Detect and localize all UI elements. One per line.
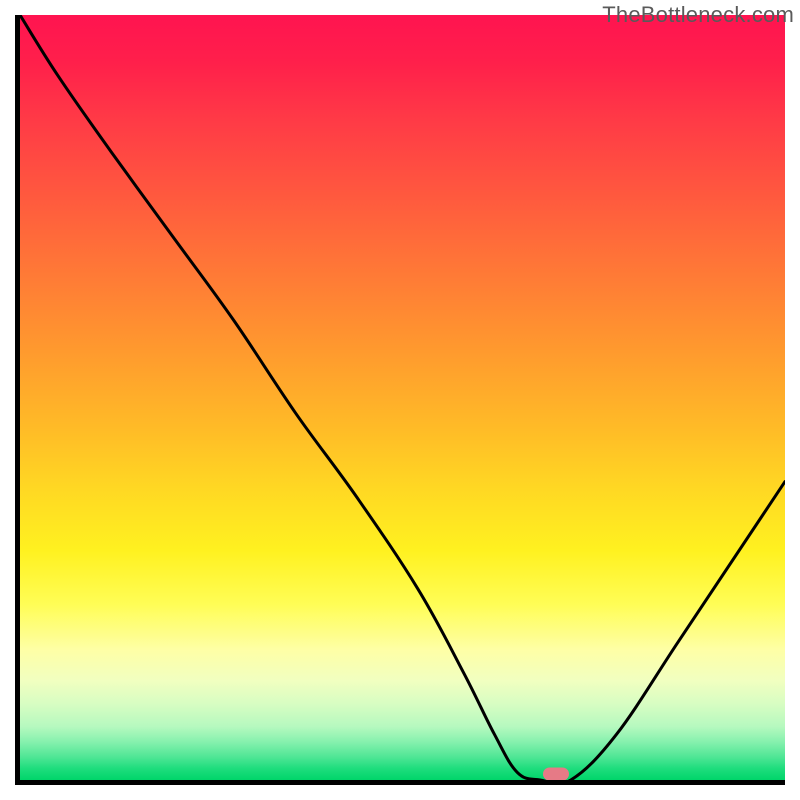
watermark-text: TheBottleneck.com (602, 2, 794, 28)
bottleneck-curve (20, 15, 785, 780)
plot-area (15, 15, 785, 785)
curve-path (20, 15, 785, 780)
optimal-point-marker (543, 768, 569, 781)
chart-container: TheBottleneck.com (0, 0, 800, 800)
